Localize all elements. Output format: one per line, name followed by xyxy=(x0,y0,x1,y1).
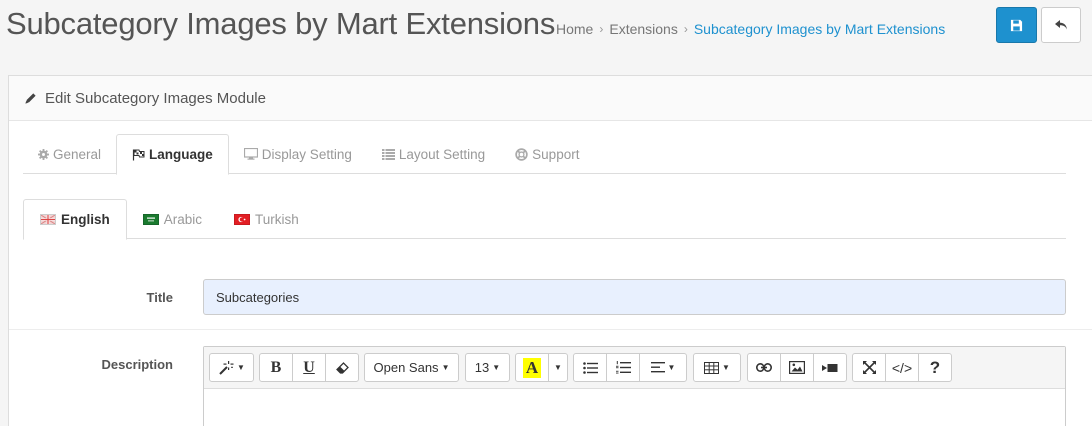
insert-video-button[interactable] xyxy=(813,353,847,382)
fullscreen-button[interactable] xyxy=(852,353,886,382)
editor-toolbar: ▼ B U Open Sans ▼ 13 ▼ A ▼ ▼ ▼ </> ? xyxy=(204,347,1065,389)
code-view-button[interactable]: </> xyxy=(885,353,919,382)
title-input[interactable]: Subcategories xyxy=(203,279,1066,315)
tab-language-turkish[interactable]: Turkish xyxy=(218,199,315,239)
tab-language-arabic[interactable]: Arabic xyxy=(127,199,218,239)
page-title: Subcategory Images by Mart Extensions xyxy=(6,6,556,41)
list-ul-icon xyxy=(582,361,598,374)
reply-icon xyxy=(1055,20,1067,30)
save-button[interactable] xyxy=(996,7,1037,43)
font-family-dropdown[interactable]: Open Sans ▼ xyxy=(364,353,459,382)
form-divider xyxy=(9,329,1092,330)
ordered-list-button[interactable] xyxy=(606,353,640,382)
align-left-icon xyxy=(650,362,665,373)
lifebuoy-icon xyxy=(515,147,528,161)
module-panel: Edit Subcategory Images Module General L… xyxy=(8,75,1092,426)
link-icon xyxy=(756,363,772,372)
chevron-down-icon: ▼ xyxy=(667,363,676,372)
language-tabs: English Arabic Turkish xyxy=(23,199,1066,240)
panel-heading: Edit Subcategory Images Module xyxy=(9,76,1092,121)
font-size-value: 13 xyxy=(474,360,490,375)
underline-button[interactable]: U xyxy=(292,353,326,382)
style-dropdown-button[interactable]: ▼ xyxy=(209,353,254,382)
title-label: Title xyxy=(146,290,174,305)
turkey-flag-icon xyxy=(234,213,251,225)
tab-support[interactable]: Support xyxy=(500,134,594,174)
breadcrumb-separator: › xyxy=(683,22,688,36)
unordered-list-button[interactable] xyxy=(573,353,607,382)
image-icon xyxy=(789,361,805,374)
tab-general[interactable]: General xyxy=(23,134,116,174)
description-editor[interactable]: ▼ B U Open Sans ▼ 13 ▼ A ▼ ▼ ▼ </> ? xyxy=(203,346,1066,426)
breadcrumb-home[interactable]: Home xyxy=(556,21,593,37)
text-color-dropdown[interactable]: ▼ xyxy=(548,353,568,382)
tab-display-setting[interactable]: Display Setting xyxy=(229,134,367,174)
breadcrumb-current[interactable]: Subcategory Images by Mart Extensions xyxy=(694,21,945,37)
font-family-value: Open Sans xyxy=(373,360,439,375)
tab-language-english[interactable]: English xyxy=(23,199,127,240)
font-size-dropdown[interactable]: 13 ▼ xyxy=(465,353,510,382)
text-color-button[interactable]: A xyxy=(515,353,549,382)
breadcrumb-extensions[interactable]: Extensions xyxy=(609,21,677,37)
breadcrumb: Home › Extensions › Subcategory Images b… xyxy=(556,21,945,37)
tab-layout-setting[interactable]: Layout Setting xyxy=(367,134,500,174)
uk-flag-icon xyxy=(40,214,56,225)
tab-language[interactable]: Language xyxy=(116,134,229,175)
text-color-swatch: A xyxy=(522,357,542,378)
table-dropdown[interactable]: ▼ xyxy=(693,353,741,382)
back-button[interactable] xyxy=(1041,7,1081,43)
save-icon xyxy=(1010,19,1023,31)
chevron-down-icon: ▼ xyxy=(237,363,245,372)
saudi-flag-icon xyxy=(142,213,159,225)
video-icon xyxy=(822,363,838,372)
chevron-down-icon: ▼ xyxy=(492,363,501,372)
eraser-icon xyxy=(335,361,349,374)
module-tabs: General Language Display Setting Layout … xyxy=(23,134,1066,175)
description-label: Description xyxy=(101,357,173,372)
list-icon xyxy=(381,148,395,160)
magic-wand-icon xyxy=(219,360,234,375)
panel-title: Edit Subcategory Images Module xyxy=(45,89,266,107)
help-button[interactable]: ? xyxy=(918,353,952,382)
breadcrumb-separator: › xyxy=(599,22,604,36)
pencil-icon xyxy=(24,92,37,105)
bold-button[interactable]: B xyxy=(259,353,293,382)
monitor-icon xyxy=(243,148,258,160)
chevron-down-icon: ▼ xyxy=(554,363,562,372)
chevron-down-icon: ▼ xyxy=(441,363,450,372)
expand-icon xyxy=(862,361,876,374)
chevron-down-icon: ▼ xyxy=(722,363,730,372)
table-icon xyxy=(704,361,720,374)
paragraph-align-dropdown[interactable]: ▼ xyxy=(639,353,687,382)
gear-icon xyxy=(38,148,49,160)
list-ol-icon xyxy=(615,361,631,374)
flag-icon xyxy=(132,149,145,161)
clear-format-button[interactable] xyxy=(325,353,359,382)
insert-image-button[interactable] xyxy=(780,353,814,382)
insert-link-button[interactable] xyxy=(747,353,781,382)
